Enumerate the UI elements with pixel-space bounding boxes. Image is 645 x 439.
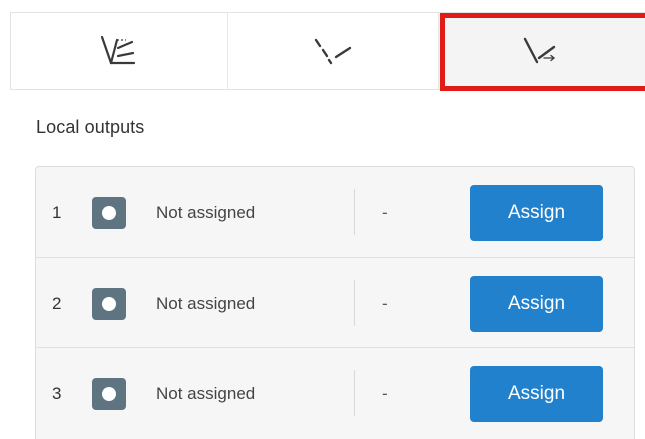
output-status-icon <box>92 378 126 410</box>
tab-line-output[interactable] <box>439 13 645 89</box>
output-number: 2 <box>52 294 62 313</box>
row-divider <box>354 280 355 326</box>
output-value: - <box>382 294 388 313</box>
assign-button[interactable]: Assign <box>470 366 603 422</box>
section-title: Local outputs <box>36 117 145 137</box>
tab-dashed-line[interactable] <box>227 13 440 89</box>
output-assignment-status: Not assigned <box>156 203 256 222</box>
dashed-line-icon <box>314 38 352 65</box>
output-number: 1 <box>52 203 62 222</box>
row-divider <box>354 189 355 235</box>
output-value: - <box>382 203 388 222</box>
row-divider <box>354 370 355 416</box>
tab-strip <box>10 12 645 90</box>
output-assignment-status: Not assigned <box>156 294 256 313</box>
output-row: 1 Not assigned - Assign <box>36 167 634 257</box>
line-output-arrow-icon <box>523 37 556 64</box>
tab-axis[interactable] <box>11 13 228 89</box>
axis-line-icon <box>100 35 135 65</box>
page: Local outputs 1 Not assigned - Assign 2 … <box>0 0 645 439</box>
output-number: 3 <box>52 384 62 403</box>
output-row: 2 Not assigned - Assign <box>36 257 634 347</box>
outputs-card: 1 Not assigned - Assign 2 Not assigned -… <box>35 166 635 439</box>
assign-button[interactable]: Assign <box>470 185 603 241</box>
output-value: - <box>382 384 388 403</box>
output-assignment-status: Not assigned <box>156 384 256 403</box>
assign-button[interactable]: Assign <box>470 276 603 332</box>
output-status-icon <box>92 197 126 229</box>
output-status-icon <box>92 288 126 320</box>
output-row: 3 Not assigned - Assign <box>36 347 634 437</box>
